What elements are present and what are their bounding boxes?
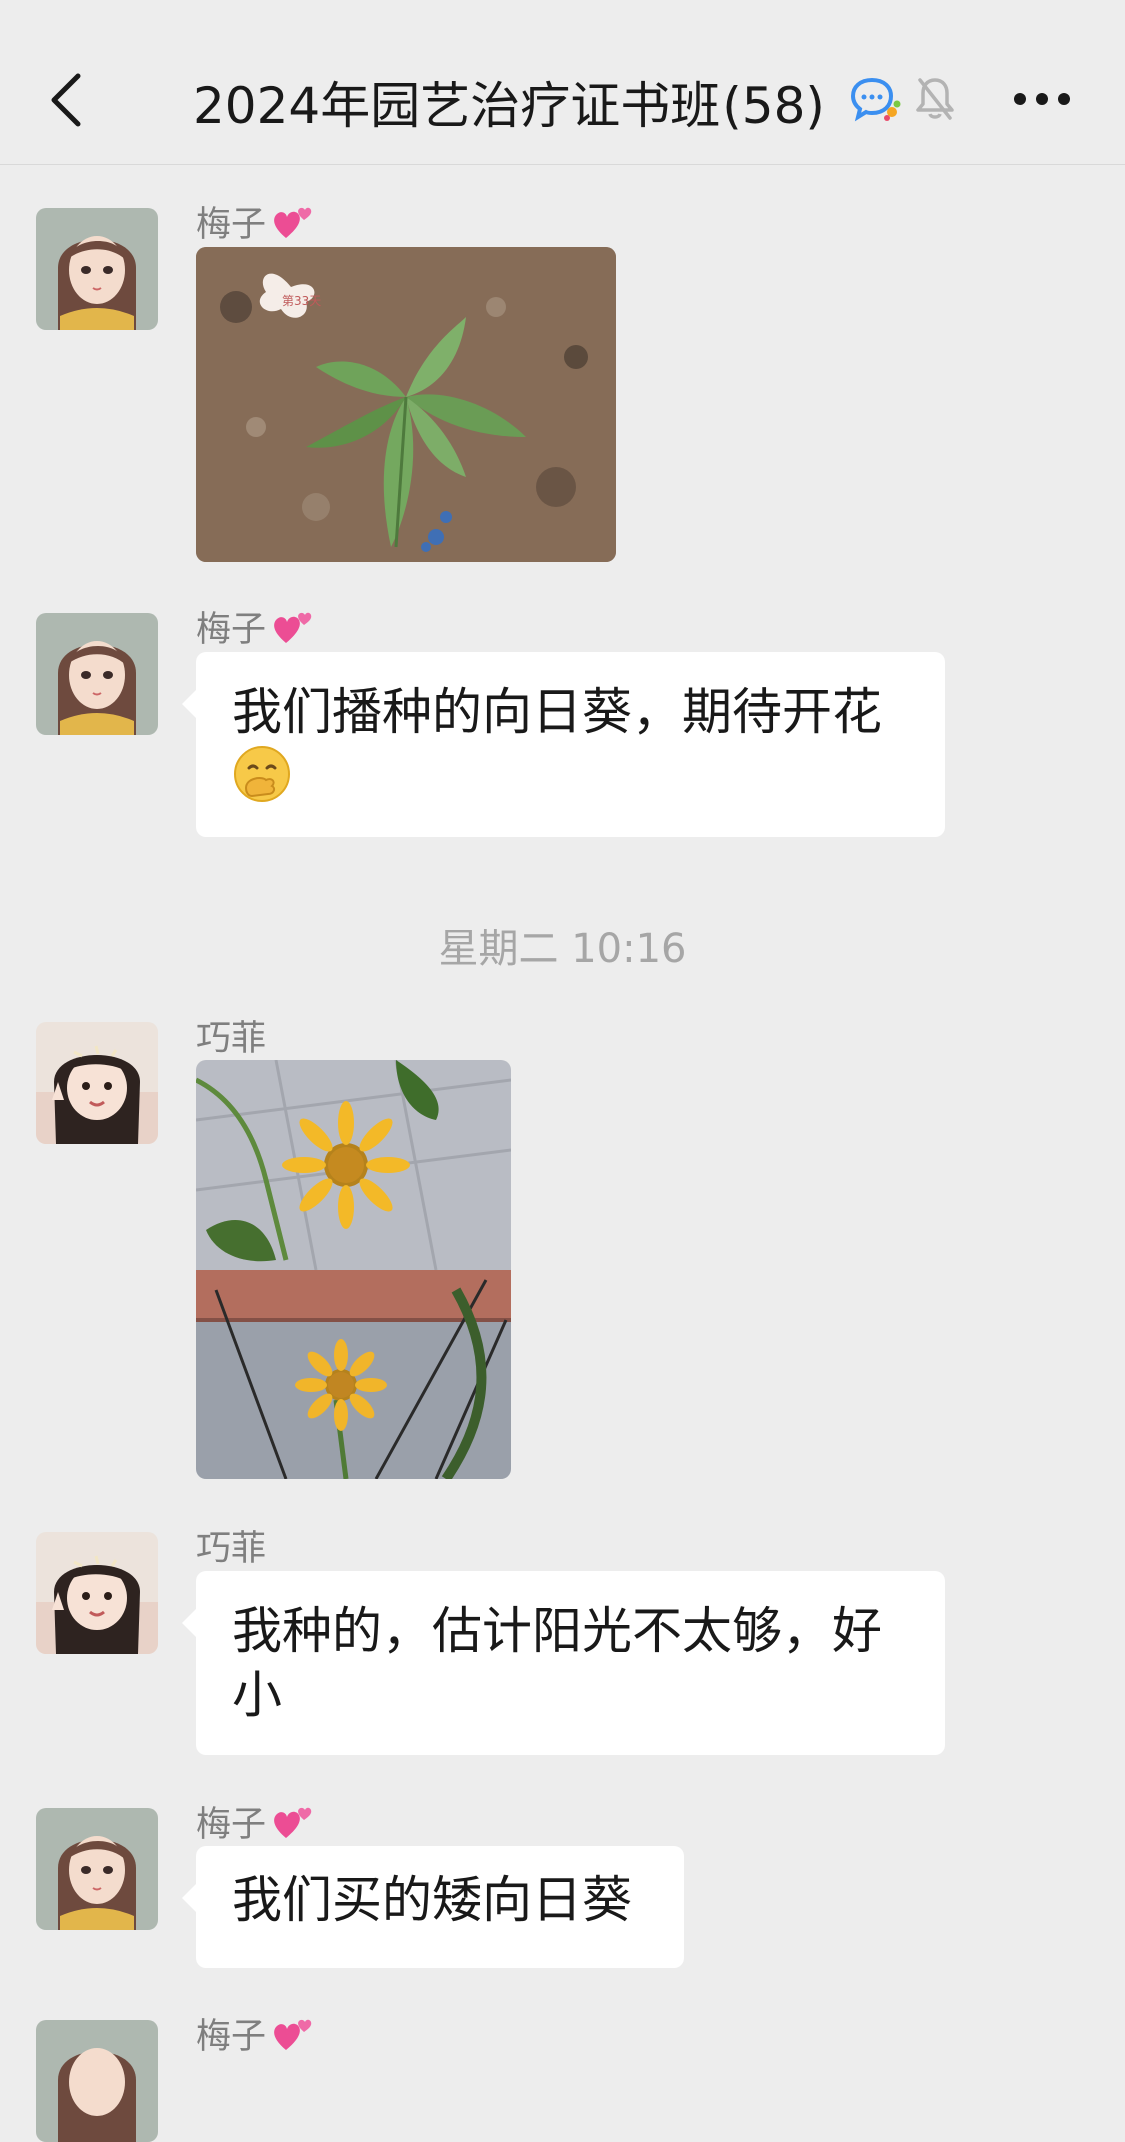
two-hearts-icon (274, 2019, 312, 2050)
face-with-hand-over-mouth-emoji (234, 746, 290, 802)
message-text: 我们买的矮向日葵 (232, 1871, 632, 1929)
sender-name: 梅子 (196, 196, 314, 247)
bell-muted-icon (916, 78, 954, 120)
sender-name: 梅子 (196, 1796, 314, 1847)
two-hearts-icon (274, 1807, 312, 1838)
sender-name: 巧菲 (196, 1010, 266, 1061)
group-chat-icon[interactable] (850, 76, 902, 122)
sender-name-text: 梅子 (196, 610, 267, 650)
message-bubble[interactable]: 我们买的矮向日葵 (182, 1846, 684, 1968)
sender-name: 巧菲 (196, 1520, 266, 1571)
chat-header: 2024年园艺治疗证书班(58) (0, 0, 1125, 165)
avatar-meizi[interactable] (36, 208, 158, 330)
message-bubble[interactable]: 我种的，估计阳光不太够，好 小 (182, 1571, 945, 1755)
photo-day-label: 第33天 (282, 294, 321, 308)
message-text-line: 我种的，估计阳光不太够，好 (232, 1602, 882, 1660)
message-bubble[interactable]: 我们播种的向日葵，期待开花 (182, 652, 945, 837)
message-text: 我们播种的向日葵，期待开花 (232, 683, 882, 741)
sender-name-text: 巧菲 (196, 1019, 267, 1059)
sender-name-text: 梅子 (196, 2017, 267, 2057)
avatar-meizi[interactable] (36, 613, 158, 735)
avatar-qiaofei[interactable] (36, 1022, 158, 1144)
message-text-line: 小 (232, 1666, 282, 1724)
more-dots-icon[interactable] (1012, 90, 1072, 108)
sender-name-text: 梅子 (196, 205, 267, 245)
avatar-meizi[interactable] (36, 1808, 158, 1930)
chevron-left-icon[interactable] (48, 72, 84, 128)
photo-seedling[interactable]: 第33天 (196, 247, 616, 562)
chat-title: 2024年园艺治疗证书班(58) (193, 66, 825, 138)
sender-name-text: 巧菲 (196, 1529, 267, 1569)
photo-sunflowers[interactable] (196, 1060, 511, 1479)
sender-name: 梅子 (196, 2008, 314, 2059)
member-count: (58) (722, 77, 825, 135)
group-name: 2024年园艺治疗证书班 (193, 77, 721, 135)
sender-name: 梅子 (196, 601, 314, 652)
two-hearts-icon (274, 207, 312, 238)
avatar-qiaofei[interactable] (36, 1532, 158, 1654)
message-timestamp: 星期二 10:16 (438, 926, 687, 972)
two-hearts-icon (274, 612, 312, 643)
sender-name-text: 梅子 (196, 1805, 267, 1845)
avatar-meizi[interactable] (36, 2020, 158, 2142)
